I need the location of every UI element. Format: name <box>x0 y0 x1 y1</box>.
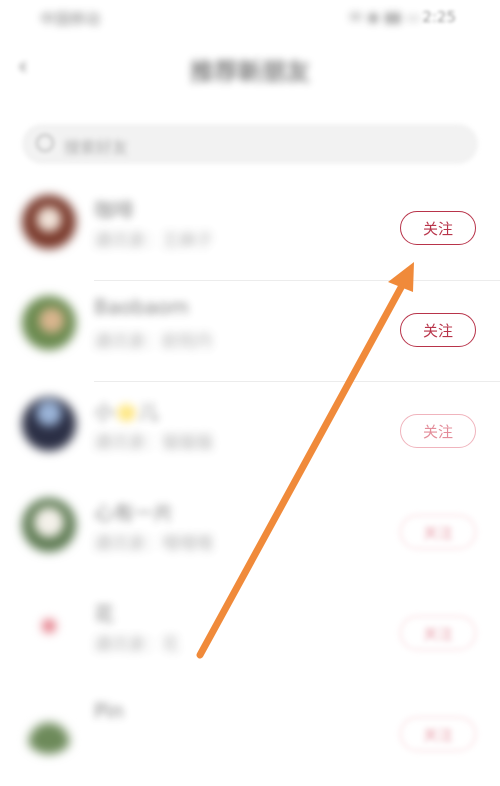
arrow-shaft <box>196 278 408 659</box>
annotation-arrow <box>196 262 414 659</box>
